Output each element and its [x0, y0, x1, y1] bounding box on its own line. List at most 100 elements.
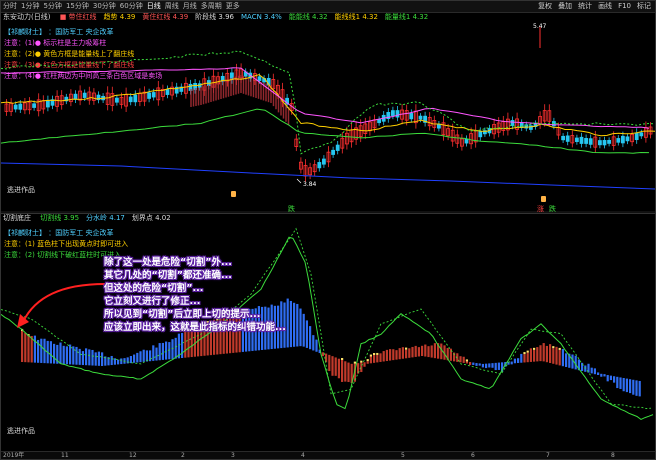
- candle-body: [32, 103, 37, 108]
- price-chart-canvas[interactable]: [1, 13, 655, 213]
- candle-body: [616, 138, 621, 143]
- period-tab-10[interactable]: 更多: [226, 1, 240, 12]
- oscillator-bar: [331, 356, 334, 376]
- oscillator-bar: [136, 352, 139, 363]
- oscillator-bar: [373, 355, 376, 363]
- oscillator-bar: [392, 349, 395, 361]
- oscillator-bar: [389, 349, 392, 361]
- menu-item-0[interactable]: 复权: [538, 1, 552, 12]
- menu-item-4[interactable]: F10: [618, 1, 631, 12]
- oscillator-bar: [97, 351, 100, 366]
- oscillator-bar: [533, 349, 536, 362]
- period-tab-6[interactable]: 日线: [147, 1, 161, 12]
- menu-item-1[interactable]: 叠加: [558, 1, 572, 12]
- oscillator-bar: [369, 356, 372, 364]
- oscillator-bar: [161, 342, 164, 360]
- oscillator-bar: [481, 363, 484, 368]
- candle-body: [436, 123, 441, 129]
- oscillator-bar: [385, 349, 388, 362]
- oscillator-bar: [62, 345, 65, 365]
- oscillator-bar: [49, 341, 52, 364]
- indicator-panel[interactable]: 切割底庄 切割线 3.95 分水岭 4.17 划界点 4.02 【祁麟财士】 ：国防…: [1, 213, 655, 452]
- date-tick-7: 6: [471, 452, 475, 459]
- period-tab-3[interactable]: 15分钟: [66, 1, 89, 12]
- candle-body: [579, 136, 584, 144]
- oscillator-bar: [40, 338, 43, 363]
- period-tab-9[interactable]: 多周期: [201, 1, 222, 12]
- peak-dot: [366, 359, 369, 362]
- oscillator-bar: [53, 343, 56, 364]
- oscillator-bar: [491, 363, 494, 368]
- candle-body: [510, 120, 515, 126]
- indicator-chart-canvas[interactable]: [1, 214, 655, 452]
- candle-body: [395, 110, 400, 118]
- period-tab-5[interactable]: 60分钟: [120, 1, 143, 12]
- candle-body: [464, 138, 469, 144]
- peak-dot: [341, 358, 344, 360]
- candle-body: [165, 89, 170, 95]
- oscillator-bar: [629, 379, 632, 394]
- oscillator-bar: [302, 313, 305, 347]
- oscillator-bar: [152, 345, 155, 361]
- oscillator-bar: [638, 380, 641, 397]
- menu-item-5[interactable]: 标记: [637, 1, 651, 12]
- oscillator-bar: [184, 330, 187, 358]
- peak-dot: [465, 359, 468, 362]
- period-tab-2[interactable]: 5分钟: [43, 1, 61, 12]
- oscillator-bar: [334, 357, 337, 376]
- oscillator-bar: [430, 345, 433, 358]
- candle-body: [151, 92, 156, 98]
- price-panel[interactable]: 东安动力(日线) ■ 带住红线 趋势 4.39 黄住红线 4.39 阶段线 3.96 M…: [1, 13, 655, 213]
- candle-body: [115, 97, 119, 103]
- period-tab-1[interactable]: 1分钟: [21, 1, 39, 12]
- oscillator-bar: [110, 355, 113, 366]
- menu-item-3[interactable]: 画线: [598, 1, 612, 12]
- oscillator-bar: [94, 352, 97, 366]
- date-tick-4: 3: [231, 452, 235, 459]
- oscillator-bar: [321, 352, 324, 357]
- menu-item-2[interactable]: 统计: [578, 1, 592, 12]
- candle-body: [561, 135, 565, 141]
- candle-body: [133, 94, 138, 103]
- oscillator-bar: [120, 358, 123, 365]
- period-tab-8[interactable]: 月线: [183, 1, 197, 12]
- date-tick-9: 8: [611, 452, 615, 459]
- candle-body: [82, 92, 87, 98]
- callout-line-3: 它立刻又进行了修正...: [104, 296, 201, 307]
- candle-body: [18, 103, 23, 110]
- date-tick-6: 5: [401, 452, 405, 459]
- period-tab-4[interactable]: 30分钟: [93, 1, 116, 12]
- cut-line: [1, 236, 654, 420]
- period-tab-7[interactable]: 周线: [165, 1, 179, 12]
- oscillator-bar: [485, 363, 488, 369]
- high-price-label: 5.47: [533, 23, 547, 30]
- oscillator-bar: [376, 354, 379, 363]
- annotation-callout: 除了这一处是危险“切割”外... 其它几处的“切割”都还准确... 但这处的危险“切…: [104, 256, 294, 334]
- oscillator-bar: [155, 347, 158, 361]
- candle-body: [565, 135, 570, 142]
- date-tick-5: 4: [301, 452, 305, 459]
- oscillator-bar: [465, 361, 468, 364]
- oscillator-bar: [517, 358, 520, 363]
- oscillator-bar: [414, 345, 417, 357]
- oscillator-bar: [187, 331, 190, 358]
- oscillator-bar: [296, 303, 299, 347]
- oscillator-bar: [494, 362, 497, 371]
- oscillator-bar: [315, 339, 318, 352]
- peak-dot: [526, 350, 529, 353]
- candle-body: [147, 92, 152, 99]
- oscillator-bar: [382, 351, 385, 362]
- period-tab-0[interactable]: 分时: [3, 1, 17, 12]
- period-toolbar: 分时 1分钟 5分钟 15分钟 30分钟 60分钟 日线 周线 月线 多周期 更多 复权 叠加 统计 画线…: [1, 1, 655, 13]
- oscillator-bar: [101, 352, 104, 366]
- peak-dot: [376, 352, 379, 355]
- oscillator-bar: [398, 348, 401, 360]
- oscillator-bar: [417, 347, 420, 357]
- oscillator-bar: [24, 332, 27, 363]
- peak-dot: [353, 361, 356, 364]
- peak-dot: [552, 346, 555, 349]
- date-tick-1: 11: [61, 452, 69, 459]
- oscillator-bar: [536, 347, 539, 362]
- candle-body: [634, 132, 639, 141]
- candle-body: [478, 131, 483, 138]
